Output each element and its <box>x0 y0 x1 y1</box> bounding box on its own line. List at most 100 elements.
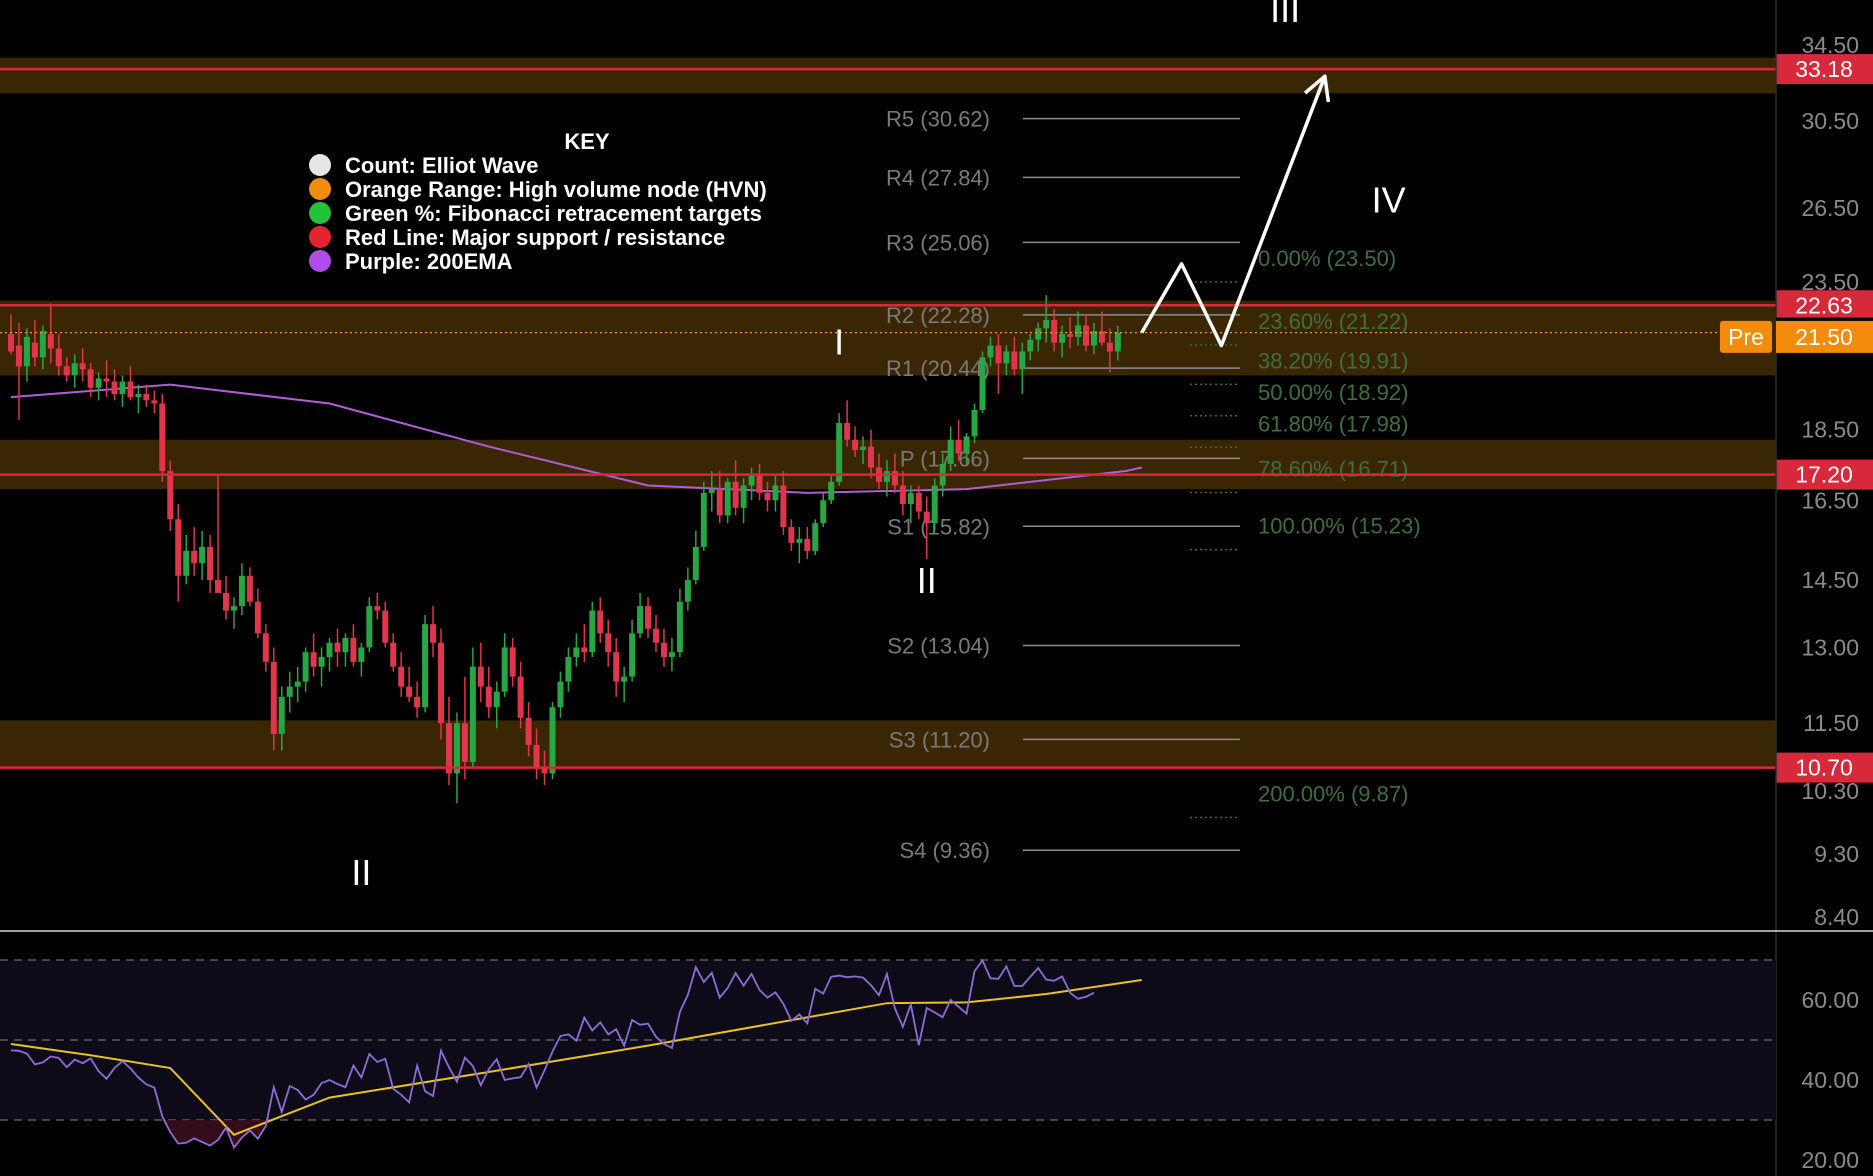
price-badge-label: 10.70 <box>1795 755 1853 781</box>
candle-body <box>1027 339 1034 352</box>
candle-body <box>366 606 373 648</box>
candle-body <box>262 633 269 662</box>
wave-label: III <box>1270 0 1300 30</box>
candle-body <box>23 336 30 367</box>
candle-body <box>31 342 38 358</box>
candle-body <box>589 610 596 653</box>
key-item-label: Count: Elliot Wave <box>345 153 539 178</box>
candle-body <box>533 744 540 768</box>
candle-body <box>469 666 476 762</box>
candle-body <box>207 546 214 581</box>
candle-body <box>1114 332 1121 352</box>
candle-body <box>557 681 564 708</box>
candle-body <box>294 681 301 687</box>
pivot-label: R4 (27.84) <box>886 165 990 190</box>
candle-body <box>605 633 612 653</box>
price-tick-label: 14.50 <box>1801 567 1859 593</box>
pivot-label: R2 (22.28) <box>886 303 990 328</box>
candle-body <box>804 538 811 551</box>
chart-root: R5 (30.62) R4 (27.84) R3 (25.06) R2 (22.28)… <box>0 0 1873 1176</box>
candle-body <box>621 676 628 682</box>
candle <box>438 628 445 740</box>
candle-body <box>732 481 739 508</box>
key-color-dot <box>309 226 331 248</box>
candle-body <box>382 610 389 643</box>
candle-body <box>764 492 771 501</box>
key-item-label: Purple: 200EMA <box>345 249 513 274</box>
candle-body <box>254 601 261 634</box>
premarket-tag-label: Pre <box>1728 324 1764 350</box>
candle-body <box>461 723 468 762</box>
key-color-dot <box>309 250 331 272</box>
premarket-badge-label: 21.50 <box>1795 324 1853 350</box>
candle-body <box>629 633 636 677</box>
candle-body <box>326 642 333 658</box>
candle <box>812 519 819 556</box>
candle-body <box>796 538 803 543</box>
wave-label: II <box>917 560 937 601</box>
candle-body <box>445 723 452 774</box>
candle-body <box>103 378 110 382</box>
price-tick-label: 26.50 <box>1801 195 1859 221</box>
candle-body <box>581 647 588 653</box>
price-tick-label: 10.30 <box>1801 778 1859 804</box>
candle-body <box>430 624 437 643</box>
candle-body <box>700 492 707 547</box>
candle-body <box>788 527 795 543</box>
candle-body <box>1075 325 1082 337</box>
candle-body <box>836 423 843 482</box>
candle-body <box>334 642 341 653</box>
candle-body <box>1106 342 1113 352</box>
wave-label: II <box>351 852 371 893</box>
candle-body <box>1083 325 1090 346</box>
pivot-label: R1 (20.44) <box>886 356 990 381</box>
price-tick-label: 11.50 <box>1803 710 1859 736</box>
candle-body <box>891 471 898 486</box>
candle-body <box>151 400 158 404</box>
candle-body <box>422 624 429 708</box>
candle-body <box>406 686 413 697</box>
candle-body <box>270 661 277 734</box>
candle-body <box>573 647 580 658</box>
candle-body <box>87 369 94 388</box>
price-tick-label: 30.50 <box>1801 108 1859 134</box>
candle-body <box>1011 351 1018 370</box>
candle-body <box>1019 351 1026 370</box>
candle-body <box>740 485 747 508</box>
price-tick-label: 23.50 <box>1801 269 1859 295</box>
fib-label: 23.60% (21.22) <box>1258 309 1408 334</box>
candle-body <box>668 652 675 658</box>
candle-body <box>987 345 994 358</box>
candle-body <box>1090 331 1097 346</box>
candle-body <box>15 345 22 367</box>
candle-body <box>143 394 150 401</box>
pivot-label: S3 (11.20) <box>889 727 990 752</box>
candle-body <box>278 696 285 734</box>
candle-body <box>684 580 691 602</box>
key-item-label: Red Line: Major support / resistance <box>345 225 725 250</box>
candle-body <box>883 471 890 482</box>
candle-body <box>860 446 867 451</box>
candle-body <box>111 381 118 395</box>
fib-label: 78.60% (16.71) <box>1258 456 1408 481</box>
candle-body <box>485 686 492 708</box>
pivot-label: R3 (25.06) <box>886 230 990 255</box>
candle-body <box>501 647 508 692</box>
candle-body <box>318 657 325 667</box>
candle-body <box>1035 328 1042 340</box>
wave-label: IV <box>1372 180 1406 221</box>
candle-body <box>708 489 715 493</box>
candle-body <box>310 652 317 667</box>
candle-body <box>374 606 381 611</box>
candle-body <box>955 439 962 454</box>
candle-body <box>215 580 222 593</box>
candle-body <box>660 642 667 658</box>
candle-body <box>95 378 102 388</box>
key-title: KEY <box>564 129 610 154</box>
key-item-label: Orange Range: High volume node (HVN) <box>345 177 767 202</box>
price-tick-label: 18.50 <box>1801 417 1859 443</box>
rsi-tick-label: 60.00 <box>1801 987 1859 1013</box>
price-badge-label: 22.63 <box>1795 292 1853 318</box>
candle-body <box>8 334 14 352</box>
candle-body <box>597 610 604 634</box>
